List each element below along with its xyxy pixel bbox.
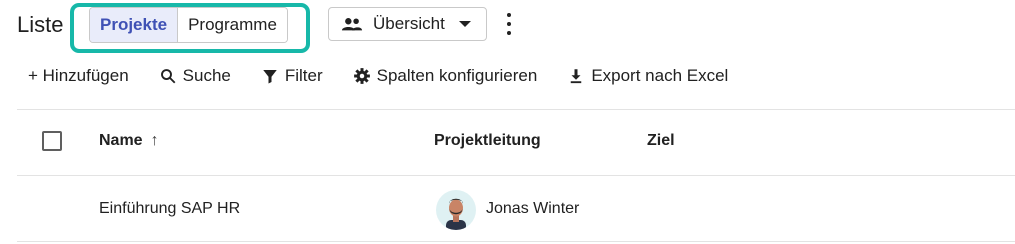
highlight-box [70, 3, 310, 53]
table-row-projektleitung: Jonas Winter [486, 200, 580, 217]
column-header-name[interactable]: Name ↑ [99, 132, 159, 150]
search-button[interactable]: Suche [159, 66, 231, 86]
column-header-ziel[interactable]: Ziel [647, 132, 675, 150]
search-button-label: Suche [182, 66, 231, 85]
avatar [436, 190, 476, 230]
table-row-name[interactable]: Einführung SAP HR [99, 200, 240, 218]
export-excel-button[interactable]: Export nach Excel [567, 66, 728, 86]
page-title: Liste [17, 12, 64, 37]
view-select[interactable]: Übersicht [328, 7, 487, 41]
column-header-name-label: Name [99, 132, 143, 149]
more-options-icon[interactable] [503, 13, 515, 35]
sort-ascending-icon: ↑ [150, 132, 159, 149]
select-all-checkbox[interactable] [42, 131, 62, 151]
configure-columns-label: Spalten konfigurieren [376, 66, 538, 85]
download-icon [571, 69, 582, 84]
column-header-projektleitung[interactable]: Projektleitung [434, 132, 541, 150]
view-select-label: Übersicht [373, 14, 445, 33]
divider [17, 109, 1015, 110]
add-button[interactable]: + Hinzufügen [28, 66, 129, 86]
filter-icon [263, 70, 277, 84]
export-excel-label: Export nach Excel [591, 66, 729, 85]
people-icon [341, 18, 363, 31]
chevron-down-icon [458, 21, 471, 27]
search-icon [160, 69, 176, 84]
add-button-label: + Hinzufügen [28, 66, 129, 85]
divider [17, 175, 1015, 176]
gear-icon [353, 68, 370, 84]
filter-button-label: Filter [284, 66, 323, 85]
toolbar: + Hinzufügen Suche Filter Spalten konfig… [28, 66, 728, 86]
filter-button[interactable]: Filter [261, 66, 323, 86]
divider [17, 241, 1015, 242]
configure-columns-button[interactable]: Spalten konfigurieren [353, 66, 538, 86]
